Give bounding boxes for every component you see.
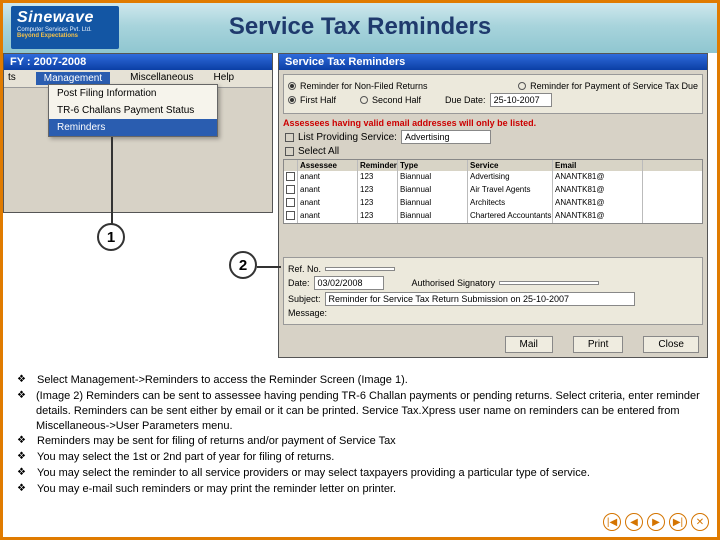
bullet-text: You may select the reminder to all servi… xyxy=(37,466,590,481)
slide-nav: |◀ ◀ ▶ ▶| ✕ xyxy=(603,513,709,531)
bullet-icon: ❖ xyxy=(17,389,26,434)
radio-second-half[interactable] xyxy=(360,96,368,104)
assessee-table: Assessee Reminder Type Service Email ana… xyxy=(283,159,703,224)
close-button[interactable]: Close xyxy=(643,336,699,353)
nav-first-icon[interactable]: |◀ xyxy=(603,513,621,531)
bullet-text: (Image 2) Reminders can be sent to asses… xyxy=(36,389,703,434)
label-sig: Authorised Signatory xyxy=(412,278,496,288)
titlebar-fy: FY : 2007-2008 xyxy=(4,54,272,70)
nav-prev-icon[interactable]: ◀ xyxy=(625,513,643,531)
bullet-icon: ❖ xyxy=(17,482,27,497)
menu-item-postfiling[interactable]: Post Filing Information xyxy=(49,85,217,102)
bullet-text: You may e-mail such reminders or may pri… xyxy=(37,482,396,497)
label-select-all: Select All xyxy=(298,146,339,157)
menu-item-tr6[interactable]: TR-6 Challans Payment Status xyxy=(49,102,217,119)
bullet-text: You may select the 1st or 2nd part of ye… xyxy=(37,450,334,465)
bullet-list: ❖ Select Management->Reminders to access … xyxy=(17,373,703,498)
label-first-half: First Half xyxy=(300,95,336,105)
callout-2: 2 xyxy=(229,251,257,279)
menu-cut[interactable]: ts xyxy=(8,72,16,85)
row-checkbox[interactable] xyxy=(286,172,295,181)
slide-title: Service Tax Reminders xyxy=(3,13,717,41)
row-checkbox[interactable] xyxy=(286,198,295,207)
radio-first-half[interactable] xyxy=(288,96,296,104)
label-second-half: Second Half xyxy=(372,95,421,105)
checkbox-select-all[interactable] xyxy=(285,147,294,156)
bullet-icon: ❖ xyxy=(17,373,27,388)
table-row[interactable]: anant123BiannualArchitectsANANTK81@ xyxy=(284,197,702,210)
callout-line-2 xyxy=(257,266,281,268)
slide-header: Sinewave Computer Services Pvt. Ltd. Bey… xyxy=(3,3,717,53)
field-sig[interactable] xyxy=(499,281,599,285)
options-panel: Reminder for Non-Filed Returns Reminder … xyxy=(283,74,703,114)
col-service: Service xyxy=(468,160,553,171)
callout-line-1 xyxy=(111,137,113,225)
label-due-date: Due Date: xyxy=(445,95,486,105)
table-row[interactable]: anant123BiannualAir Travel AgentsANANTK8… xyxy=(284,184,702,197)
col-assessee: Assessee xyxy=(298,160,358,171)
print-button[interactable]: Print xyxy=(573,336,624,353)
col-email: Email xyxy=(553,160,643,171)
bullet-icon: ❖ xyxy=(17,434,27,449)
col-type: Type xyxy=(398,160,468,171)
row-checkbox[interactable] xyxy=(286,211,295,220)
nav-next-icon[interactable]: ▶ xyxy=(647,513,665,531)
field-ref[interactable] xyxy=(325,267,395,271)
window-service-tax-reminders: Service Tax Reminders Reminder for Non-F… xyxy=(278,53,708,358)
button-row: Mail Print Close xyxy=(505,336,699,353)
table-row[interactable]: anant123BiannualChartered AccountantsANA… xyxy=(284,210,702,223)
label-ref: Ref. No. xyxy=(288,264,321,274)
label-message: Message: xyxy=(288,308,327,318)
nav-close-icon[interactable]: ✕ xyxy=(691,513,709,531)
label-payment-due: Reminder for Payment of Service Tax Due xyxy=(530,81,698,91)
bullet-text: Select Management->Reminders to access t… xyxy=(37,373,408,388)
callout-1: 1 xyxy=(97,223,125,251)
nav-last-icon[interactable]: ▶| xyxy=(669,513,687,531)
radio-payment-due[interactable] xyxy=(518,82,526,90)
warning-text: Assessees having valid email addresses w… xyxy=(283,118,703,128)
checkbox-list-service[interactable] xyxy=(285,133,294,142)
radio-nonfiled[interactable] xyxy=(288,82,296,90)
label-subject: Subject: xyxy=(288,294,321,304)
col-reminder: Reminder xyxy=(358,160,398,171)
label-list-service: List Providing Service: xyxy=(298,132,397,143)
screenshot-area: FY : 2007-2008 ts Management Miscellaneo… xyxy=(3,53,717,363)
window-main-app: FY : 2007-2008 ts Management Miscellaneo… xyxy=(3,53,273,213)
field-subject[interactable]: Reminder for Service Tax Return Submissi… xyxy=(325,292,635,306)
bullet-icon: ❖ xyxy=(17,450,27,465)
mail-button[interactable]: Mail xyxy=(505,336,553,353)
reminder-details-panel: Ref. No. Date: 03/02/2008 Authorised Sig… xyxy=(283,257,703,325)
field-due-date[interactable]: 25-10-2007 xyxy=(490,93,552,107)
bullet-text: Reminders may be sent for filing of retu… xyxy=(37,434,396,449)
field-date[interactable]: 03/02/2008 xyxy=(314,276,384,290)
label-date: Date: xyxy=(288,278,310,288)
management-dropdown: Post Filing Information TR-6 Challans Pa… xyxy=(48,84,218,137)
row-checkbox[interactable] xyxy=(286,185,295,194)
titlebar-reminders: Service Tax Reminders xyxy=(279,54,707,70)
bullet-icon: ❖ xyxy=(17,466,27,481)
label-nonfiled: Reminder for Non-Filed Returns xyxy=(300,81,428,91)
field-list-service[interactable]: Advertising xyxy=(401,130,491,144)
table-row[interactable]: anant123BiannualAdvertisingANANTK81@ xyxy=(284,171,702,184)
menu-item-reminders[interactable]: Reminders xyxy=(49,119,217,136)
